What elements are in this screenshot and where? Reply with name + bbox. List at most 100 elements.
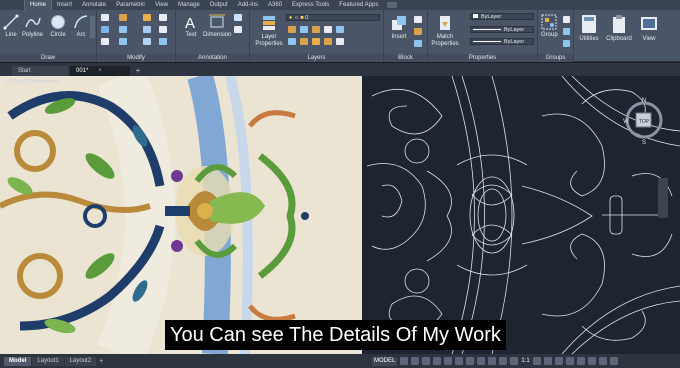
customization-menu-icon[interactable] <box>609 357 618 365</box>
color-dropdown[interactable]: ByLayer <box>470 13 534 20</box>
layer-thaw-icon[interactable] <box>312 38 320 45</box>
layout-tab-model[interactable]: Model <box>4 356 32 366</box>
view-button[interactable]: View <box>638 10 660 54</box>
group-tool[interactable]: Group <box>541 14 558 38</box>
viewcube[interactable]: N W TOP S <box>622 96 666 154</box>
mirror-icon[interactable] <box>119 26 127 33</box>
edit-attributes-icon[interactable] <box>414 40 422 47</box>
view-label: View <box>642 36 656 42</box>
linetype-dropdown[interactable]: ByLayer <box>470 26 534 33</box>
ribbon-tab-a360[interactable]: A360 <box>263 0 287 10</box>
osnap-icon[interactable] <box>444 357 453 365</box>
offset-icon[interactable] <box>159 38 167 45</box>
polyline-tool[interactable]: Polyline <box>22 14 43 38</box>
properties-panel-title[interactable]: Properties <box>428 54 537 62</box>
group-selection-icon[interactable] <box>563 40 570 47</box>
layer-isolate-icon[interactable] <box>300 26 308 33</box>
ribbon-tab-output[interactable]: Output <box>205 0 233 10</box>
ribbon-tab-add-ins[interactable]: Add-ins <box>233 0 263 10</box>
layer-properties-tool[interactable]: Layer Properties <box>254 14 284 48</box>
layer-freeze-icon[interactable] <box>312 26 320 33</box>
annotation-scale[interactable]: 1:1 <box>521 358 529 364</box>
clean-screen-icon[interactable] <box>598 357 607 365</box>
ribbon-tab-parametric[interactable]: Parametric <box>111 0 150 10</box>
close-tab-icon[interactable]: × <box>98 66 102 76</box>
erase-icon[interactable] <box>159 14 167 21</box>
hardware-acceleration-icon[interactable] <box>587 357 596 365</box>
isolate-objects-icon[interactable] <box>576 357 585 365</box>
new-layout-button[interactable]: + <box>99 358 103 365</box>
layer-dropdown[interactable]: ● ☼ ■ 0 <box>286 14 380 21</box>
units-icon[interactable] <box>554 357 563 365</box>
file-tab-start[interactable]: Start <box>12 66 68 76</box>
scale-icon[interactable] <box>119 38 127 45</box>
polar-icon[interactable] <box>433 357 442 365</box>
rotate-icon[interactable] <box>119 14 127 21</box>
annotation-visibility-icon[interactable] <box>499 357 508 365</box>
trim-icon[interactable] <box>143 14 151 21</box>
block-panel-title[interactable]: Block <box>384 54 427 62</box>
new-tab-button[interactable]: + <box>132 66 144 76</box>
workspace-gear-icon[interactable] <box>532 357 541 365</box>
insert-tool[interactable]: Insert <box>390 14 408 40</box>
group-edit-icon[interactable] <box>563 28 570 35</box>
auto-scale-icon[interactable] <box>510 357 519 365</box>
selection-cycling-icon[interactable] <box>488 357 497 365</box>
draw-more-icon[interactable] <box>90 16 95 38</box>
edit-block-icon[interactable] <box>414 28 422 35</box>
ribbon-tab-insert[interactable]: Insert <box>52 0 77 10</box>
layout-tab-layout1[interactable]: Layout1 <box>32 356 64 366</box>
otrack-icon[interactable] <box>455 357 464 365</box>
navigation-bar[interactable] <box>658 178 668 218</box>
text-tool[interactable]: A Text <box>183 14 199 38</box>
layer-lock-icon[interactable] <box>324 26 332 33</box>
draw-panel-title[interactable]: Draw <box>0 54 96 62</box>
circle-tool[interactable]: Circle <box>50 14 66 38</box>
table-icon[interactable] <box>234 26 242 33</box>
ribbon-tab-home[interactable]: Home <box>24 0 53 10</box>
ortho-icon[interactable] <box>422 357 431 365</box>
layer-walk-icon[interactable] <box>300 38 308 45</box>
explode-icon[interactable] <box>159 26 167 33</box>
line-tool[interactable]: Line <box>3 14 19 38</box>
ribbon-tab-annotate[interactable]: Annotate <box>77 0 111 10</box>
modify-panel-title[interactable]: Modify <box>97 54 175 62</box>
layer-previous-icon[interactable] <box>288 38 296 45</box>
array-icon[interactable] <box>143 38 151 45</box>
stretch-icon[interactable] <box>101 38 109 45</box>
match-properties-tool[interactable]: Match Properties <box>430 14 460 48</box>
copy-icon[interactable] <box>101 26 109 33</box>
viewport-controls[interactable]: [-][Top][2D Wireframe] <box>6 79 60 85</box>
layer-off-icon[interactable] <box>288 26 296 33</box>
leader-icon[interactable] <box>234 14 242 21</box>
create-block-icon[interactable] <box>414 16 422 23</box>
transparency-icon[interactable] <box>477 357 486 365</box>
layout-tab-layout2[interactable]: Layout2 <box>64 356 97 366</box>
clipboard-button[interactable]: Clipboard <box>604 10 634 54</box>
ribbon-tab-express-tools[interactable]: Express Tools <box>287 0 334 10</box>
grid-icon[interactable] <box>400 357 409 365</box>
ungroup-icon[interactable] <box>563 16 570 23</box>
ribbon-minimize-button[interactable] <box>387 2 398 8</box>
layer-current-icon[interactable] <box>336 38 344 45</box>
arc-tool[interactable]: Arc <box>73 14 89 38</box>
file-tab-drawing[interactable]: 001* × <box>70 66 130 76</box>
ribbon-tab-view[interactable]: View <box>150 0 173 10</box>
layer-match-icon[interactable] <box>336 26 344 33</box>
utilities-button[interactable]: Utilities <box>576 10 602 54</box>
move-icon[interactable] <box>101 14 109 21</box>
fillet-icon[interactable] <box>143 26 151 33</box>
lineweight-dropdown[interactable]: ByLayer <box>470 38 534 45</box>
layers-panel-title[interactable]: Layers <box>250 54 383 62</box>
model-space-button[interactable]: MODEL <box>372 356 398 366</box>
lineweight-icon[interactable] <box>466 357 475 365</box>
ribbon-tab-manage[interactable]: Manage <box>173 0 205 10</box>
annotation-panel-title[interactable]: Annotation <box>176 54 249 62</box>
ribbon-tab-featured-apps[interactable]: Featured Apps <box>334 0 383 10</box>
snap-icon[interactable] <box>411 357 420 365</box>
layer-unlock-icon[interactable] <box>324 38 332 45</box>
groups-panel-title[interactable]: Groups <box>538 54 573 62</box>
dimension-tool[interactable]: Dimension <box>203 14 231 38</box>
quick-properties-icon[interactable] <box>565 357 574 365</box>
annotation-monitor-icon[interactable] <box>543 357 552 365</box>
